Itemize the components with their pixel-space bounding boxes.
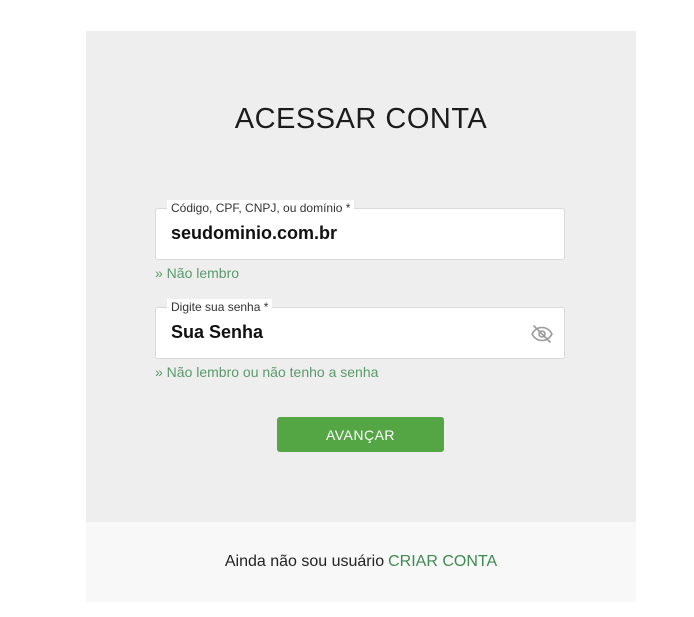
user-field-label: Código, CPF, CNPJ, ou domínio *: [167, 200, 355, 216]
footer-text: Ainda não sou usuário: [224, 553, 385, 570]
signup-footer: Ainda não sou usuário CRIAR CONTA: [86, 522, 636, 602]
eye-off-icon[interactable]: [530, 322, 554, 346]
password-field-value[interactable]: Sua Senha: [171, 322, 263, 343]
submit-button[interactable]: AVANÇAR: [277, 417, 444, 452]
user-field-value[interactable]: seudominio.com.br: [171, 223, 337, 244]
forgot-user-link[interactable]: » Não lembro: [155, 265, 239, 281]
create-account-link[interactable]: CRIAR CONTA: [388, 553, 497, 571]
user-field[interactable]: Código, CPF, CNPJ, ou domínio * seudomin…: [155, 200, 565, 260]
forgot-password-link[interactable]: » Não lembro ou não tenho a senha: [155, 364, 378, 380]
password-field[interactable]: Digite sua senha * Sua Senha: [155, 299, 565, 359]
password-field-label: Digite sua senha *: [167, 299, 273, 315]
login-card: ACESSAR CONTA Código, CPF, CNPJ, ou domí…: [86, 31, 636, 522]
page-title: ACESSAR CONTA: [234, 103, 488, 135]
